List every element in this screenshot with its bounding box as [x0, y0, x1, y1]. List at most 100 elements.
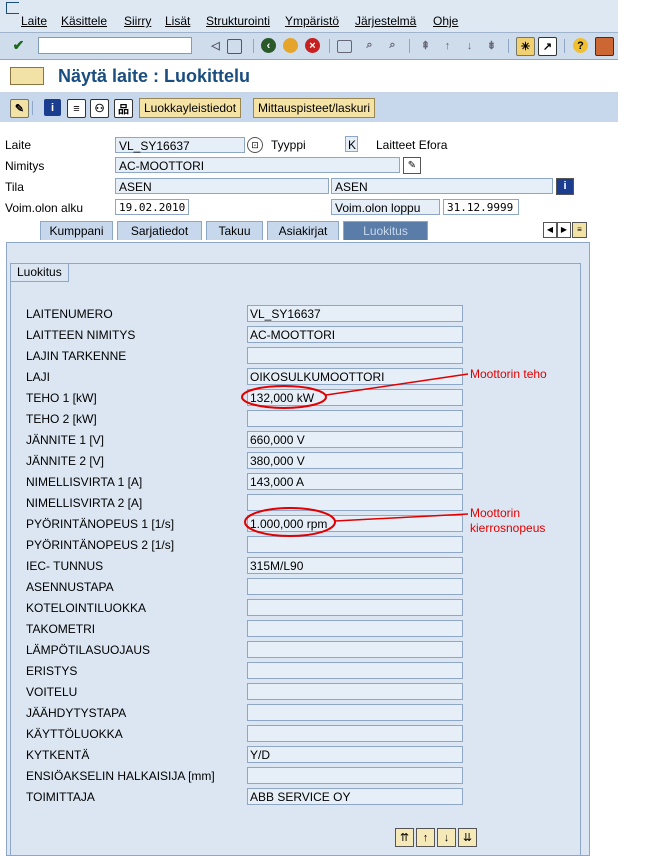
- status-field-1[interactable]: ASEN: [115, 178, 329, 194]
- tab-luokitus[interactable]: Luokitus: [343, 221, 428, 240]
- prev-page-icon[interactable]: ↑: [439, 37, 456, 54]
- characteristic-value-field[interactable]: 315M/L90: [247, 557, 463, 574]
- characteristic-value-field[interactable]: OIKOSULKUMOOTTORI: [247, 368, 463, 385]
- characteristic-value-field[interactable]: AC-MOOTTORI: [247, 326, 463, 343]
- last-entry-icon[interactable]: ⇊: [458, 828, 477, 847]
- characteristic-value-field[interactable]: [247, 704, 463, 721]
- characteristic-label: LAJI: [26, 370, 51, 384]
- characteristic-value-field[interactable]: [247, 536, 463, 553]
- exit-icon[interactable]: [283, 38, 298, 53]
- description-field[interactable]: AC-MOOTTORI: [115, 157, 400, 173]
- characteristic-value-field[interactable]: [247, 662, 463, 679]
- characteristic-label: ERISTYS: [26, 664, 78, 678]
- characteristic-value-field[interactable]: [247, 641, 463, 658]
- characteristic-value-field[interactable]: 380,000 V: [247, 452, 463, 469]
- tab-list-icon[interactable]: ≡: [572, 222, 587, 238]
- document-icon[interactable]: ≡: [67, 99, 86, 118]
- characteristic-label: VOITELU: [26, 685, 78, 699]
- characteristic-value-field[interactable]: ABB SERVICE OY: [247, 788, 463, 805]
- characteristic-value-field[interactable]: [247, 347, 463, 364]
- menu-kasittele[interactable]: Käsittele: [61, 14, 107, 28]
- first-page-icon[interactable]: ⇞: [417, 37, 434, 54]
- characteristic-value-field[interactable]: 143,000 A: [247, 473, 463, 490]
- characteristic-label: JÄÄHDYTYSTAPA: [26, 706, 127, 720]
- characteristic-label: LAITENUMERO: [26, 307, 113, 321]
- characteristic-label: TOIMITTAJA: [26, 790, 95, 804]
- menu-ymparisto[interactable]: Ympäristö: [285, 14, 339, 28]
- partners-icon[interactable]: ⚇: [90, 99, 109, 118]
- help-icon[interactable]: ?: [573, 38, 588, 53]
- equipment-label: Laite: [5, 138, 32, 152]
- menu-expand-icon[interactable]: [6, 2, 19, 14]
- menu-ohje[interactable]: Ohje: [433, 14, 458, 28]
- characteristic-value-field[interactable]: [247, 494, 463, 511]
- valid-to-field[interactable]: 31.12.9999: [443, 199, 519, 215]
- valid-from-field[interactable]: 19.02.2010: [115, 199, 189, 215]
- menu-jarjestelma[interactable]: Järjestelmä: [355, 14, 416, 28]
- display-details-icon[interactable]: ⊡: [247, 137, 263, 153]
- characteristic-value-field[interactable]: [247, 620, 463, 637]
- menu-siirry[interactable]: Siirry: [124, 14, 151, 28]
- characteristic-label: PYÖRINTÄNOPEUS 1 [1/s]: [26, 517, 175, 531]
- command-field[interactable]: [38, 37, 192, 54]
- next-page-icon[interactable]: ↓: [461, 37, 478, 54]
- characteristic-value-field[interactable]: 1.000,000 rpm: [247, 515, 463, 532]
- layout-icon[interactable]: [595, 37, 614, 56]
- type-field[interactable]: K: [345, 136, 358, 152]
- category-text: Laitteet Efora: [376, 138, 448, 152]
- back-icon[interactable]: ‹: [261, 38, 276, 53]
- characteristic-value-field[interactable]: [247, 599, 463, 616]
- edit-pencil-icon[interactable]: ✎: [10, 99, 29, 118]
- shortcut-icon[interactable]: ↗: [538, 37, 557, 56]
- characteristic-label: LAJIN TARKENNE: [26, 349, 127, 363]
- new-session-icon[interactable]: ✳: [516, 37, 535, 56]
- characteristic-label: KOTELOINTILUOKKA: [26, 601, 147, 615]
- tab-scroll-right-icon[interactable]: ▶: [557, 222, 571, 238]
- characteristic-value-field[interactable]: [247, 725, 463, 742]
- menu-laite[interactable]: Laite: [21, 14, 47, 28]
- next-entry-icon[interactable]: ↓: [437, 828, 456, 847]
- status-field-2[interactable]: ASEN: [331, 178, 553, 194]
- characteristic-value-field[interactable]: [247, 410, 463, 427]
- title-bar: Näytä laite : Luokittelu: [0, 62, 618, 94]
- prev-entry-icon[interactable]: ↑: [416, 828, 435, 847]
- menu-strukturointi[interactable]: Strukturointi: [206, 14, 270, 28]
- menu-bar: Laite Käsittele Siirry Lisät Strukturoin…: [0, 0, 618, 33]
- general-data-button[interactable]: Luokkayleistiedot: [139, 98, 242, 118]
- save-icon[interactable]: [227, 39, 242, 54]
- menu-lisat[interactable]: Lisät: [165, 14, 190, 28]
- equipment-icon: [10, 67, 44, 85]
- last-page-icon[interactable]: ⇟: [483, 37, 500, 54]
- print-icon[interactable]: [337, 40, 352, 53]
- structure-icon[interactable]: 品: [114, 99, 133, 118]
- info-icon[interactable]: i: [44, 99, 61, 116]
- equipment-field[interactable]: VL_SY16637: [115, 137, 245, 153]
- application-toolbar: ✎ i ≡ ⚇ 品 Luokkayleistiedot Mittauspiste…: [0, 94, 618, 122]
- back-small-icon[interactable]: ◁: [207, 37, 224, 54]
- status-label: Tila: [5, 180, 24, 194]
- tab-scroll-left-icon[interactable]: ◀: [543, 222, 557, 238]
- find-next-icon[interactable]: ⌕: [384, 37, 401, 54]
- status-info-icon[interactable]: i: [556, 178, 574, 195]
- characteristic-label: IEC- TUNNUS: [26, 559, 104, 573]
- tab-kumppani[interactable]: Kumppani: [40, 221, 113, 240]
- characteristic-value-field[interactable]: Y/D: [247, 746, 463, 763]
- tab-sarjatiedot[interactable]: Sarjatiedot: [117, 221, 202, 240]
- long-text-icon[interactable]: ✎: [403, 157, 421, 174]
- cancel-icon[interactable]: ×: [305, 38, 320, 53]
- characteristic-value-field[interactable]: [247, 578, 463, 595]
- characteristic-value-field[interactable]: [247, 767, 463, 784]
- tab-asiakirjat[interactable]: Asiakirjat: [267, 221, 339, 240]
- characteristic-value-field[interactable]: [247, 683, 463, 700]
- characteristic-value-field[interactable]: 132,000 kW: [247, 389, 463, 406]
- characteristic-value-field[interactable]: VL_SY16637: [247, 305, 463, 322]
- power-annotation-text: Moottorin teho: [470, 367, 547, 381]
- checkmark-icon[interactable]: ✔: [10, 37, 27, 54]
- first-entry-icon[interactable]: ⇈: [395, 828, 414, 847]
- characteristic-value-field[interactable]: 660,000 V: [247, 431, 463, 448]
- tab-takuu[interactable]: Takuu: [206, 221, 263, 240]
- find-icon[interactable]: ⌕: [361, 37, 378, 54]
- measuring-points-button[interactable]: Mittauspisteet/laskuri: [253, 98, 376, 118]
- characteristic-label: TEHO 1 [kW]: [26, 391, 97, 405]
- characteristic-label: LAITTEEN NIMITYS: [26, 328, 136, 342]
